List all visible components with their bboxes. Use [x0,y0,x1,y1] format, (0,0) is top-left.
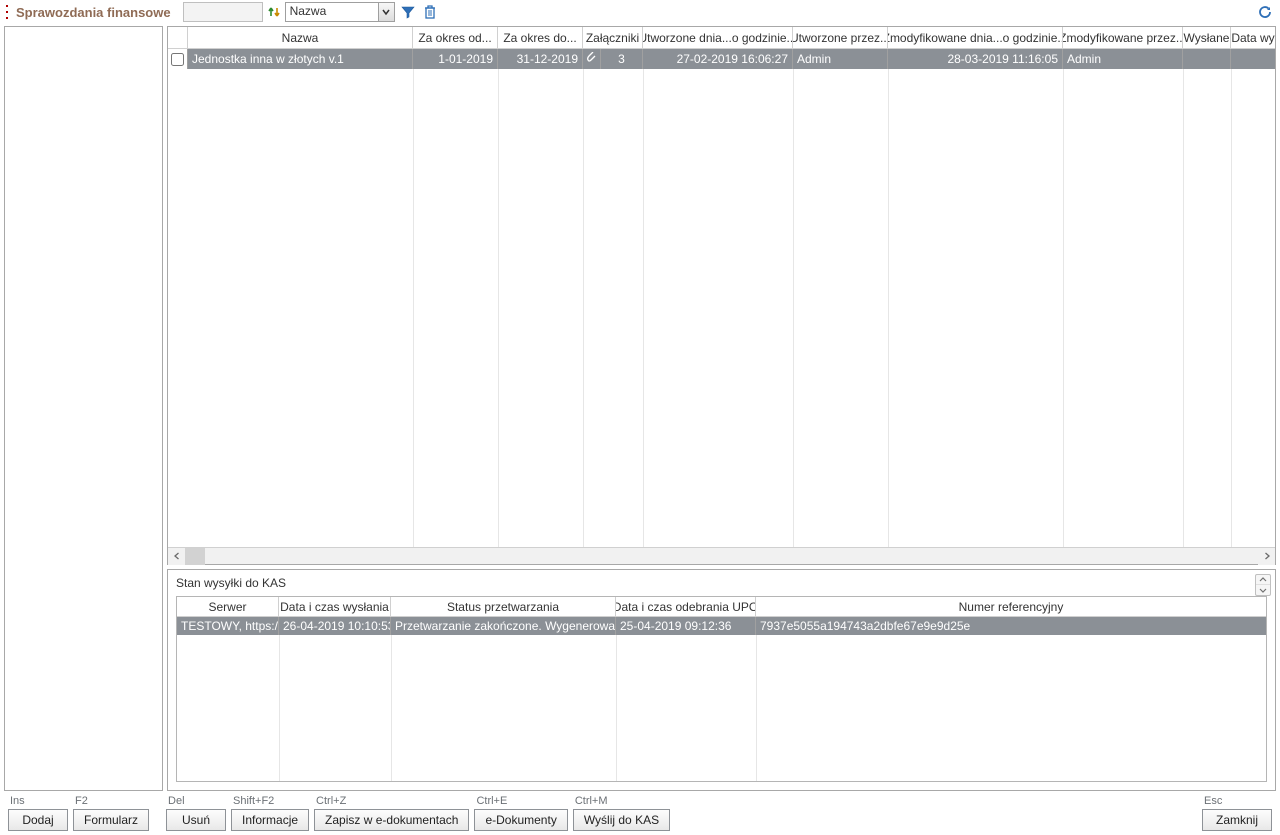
dcell-ref: 7937e5055a194743a2dbfe67e9e9d25e [756,617,1266,635]
sort-field-combo[interactable]: Nazwa [285,2,395,22]
col-name[interactable]: Nazwa [188,27,413,48]
shortcut-ctrle: Ctrl+E [474,795,567,809]
shortcut-f2: F2 [73,795,149,809]
send-kas-button[interactable]: Wyślij do KAS [573,809,670,831]
shortcut-ctrlm: Ctrl+M [573,795,670,809]
col-created-by[interactable]: Utworzone przez... [793,27,888,48]
shortcut-esc: Esc [1202,795,1272,809]
cell-attachments: 3 [601,49,643,69]
attachment-icon [583,49,601,69]
save-edocs-button[interactable]: Zapisz w e-dokumentach [314,809,469,831]
refresh-icon[interactable] [1256,3,1274,21]
dcol-status[interactable]: Status przetwarzania [391,597,616,616]
dcell-server: TESTOWY, https://e [177,617,279,635]
cell-sent-date [1231,49,1275,69]
info-button[interactable]: Informacje [231,809,309,831]
kas-grid: Serwer Data i czas wysłania Status przet… [176,596,1267,782]
chevron-up-icon[interactable] [1256,575,1270,585]
cell-created-by: Admin [793,49,888,69]
add-button[interactable]: Dodaj [8,809,68,831]
col-sent-date[interactable]: Data wy [1231,27,1275,48]
filter-icon[interactable] [399,3,417,21]
grid-header: Nazwa Za okres od... Za okres do... Załą… [168,27,1275,49]
bottom-bar: Ins Dodaj F2 Formularz Del Usuń Shift+F2… [0,793,1280,835]
collapse-control[interactable] [1255,574,1271,596]
delete-filter-icon[interactable] [421,3,439,21]
cell-period-from: 1-01-2019 [413,49,498,69]
col-attachments[interactable]: Załączniki [583,27,643,48]
detail-body[interactable]: TESTOWY, https://e 26-04-2019 10:10:53 P… [177,617,1266,781]
toolbar: Sprawozdania finansowe Nazwa [0,0,1280,24]
col-sent[interactable]: Wysłane [1183,27,1231,48]
main-area: Nazwa Za okres od... Za okres do... Załą… [0,24,1280,793]
shortcut-ins: Ins [8,795,68,809]
scroll-right-icon[interactable] [1258,548,1275,565]
reports-grid: Nazwa Za okres od... Za okres do... Załą… [167,26,1276,565]
col-modified[interactable]: Zmodyfikowane dnia...o godzinie... [888,27,1063,48]
cell-modified-by: Admin [1063,49,1183,69]
table-row[interactable]: Jednostka inna w złotych v.1 1-01-2019 3… [168,49,1275,69]
col-modified-by[interactable]: Zmodyfikowane przez... [1063,27,1183,48]
window-title: Sprawozdania finansowe [16,5,171,20]
close-button[interactable]: Zamknij [1202,809,1272,831]
chevron-down-icon[interactable] [1256,585,1270,595]
cell-period-to: 31-12-2019 [498,49,583,69]
edocs-button[interactable]: e-Dokumenty [474,809,567,831]
cell-name: Jednostka inna w złotych v.1 [188,49,413,69]
shortcut-shiftf2: Shift+F2 [231,795,309,809]
col-created[interactable]: Utworzone dnia...o godzinie... [643,27,793,48]
detail-title: Stan wysyłki do KAS [176,576,1267,590]
search-input[interactable] [183,2,263,22]
cell-sent [1183,49,1231,69]
shortcut-ctrlz: Ctrl+Z [314,795,469,809]
dcol-upo-at[interactable]: Data i czas odebrania UPO [616,597,756,616]
dcell-status: Przetwarzanie zakończone. Wygenerowane U… [391,617,616,635]
right-panel: Nazwa Za okres od... Za okres do... Załą… [167,26,1276,791]
detail-header: Serwer Data i czas wysłania Status przet… [177,597,1266,617]
cell-created: 27-02-2019 16:06:27 [643,49,793,69]
sort-direction-icon[interactable] [267,5,281,19]
sort-field-value: Nazwa [286,3,378,21]
dcol-ref[interactable]: Numer referencyjny [756,597,1266,616]
detail-row[interactable]: TESTOWY, https://e 26-04-2019 10:10:53 P… [177,617,1266,635]
grid-body[interactable]: Jednostka inna w złotych v.1 1-01-2019 3… [168,49,1275,547]
dcol-server[interactable]: Serwer [177,597,279,616]
dcell-upo-at: 25-04-2019 09:12:36 [616,617,756,635]
tree-panel[interactable] [4,26,163,791]
horizontal-scrollbar[interactable] [168,547,1275,564]
form-button[interactable]: Formularz [73,809,149,831]
dcol-sent-at[interactable]: Data i czas wysłania [279,597,391,616]
delete-button[interactable]: Usuń [166,809,226,831]
row-checkbox[interactable] [171,53,184,66]
grip-icon [6,4,12,20]
col-period-from[interactable]: Za okres od... [413,27,498,48]
chevron-down-icon[interactable] [378,3,394,21]
col-period-to[interactable]: Za okres do... [498,27,583,48]
scroll-left-icon[interactable] [168,548,185,565]
scrollbar-thumb[interactable] [185,548,205,565]
cell-modified: 28-03-2019 11:16:05 [888,49,1063,69]
shortcut-del: Del [166,795,226,809]
kas-status-panel: Stan wysyłki do KAS Serwer Data i czas w… [167,569,1276,791]
dcell-sent-at: 26-04-2019 10:10:53 [279,617,391,635]
